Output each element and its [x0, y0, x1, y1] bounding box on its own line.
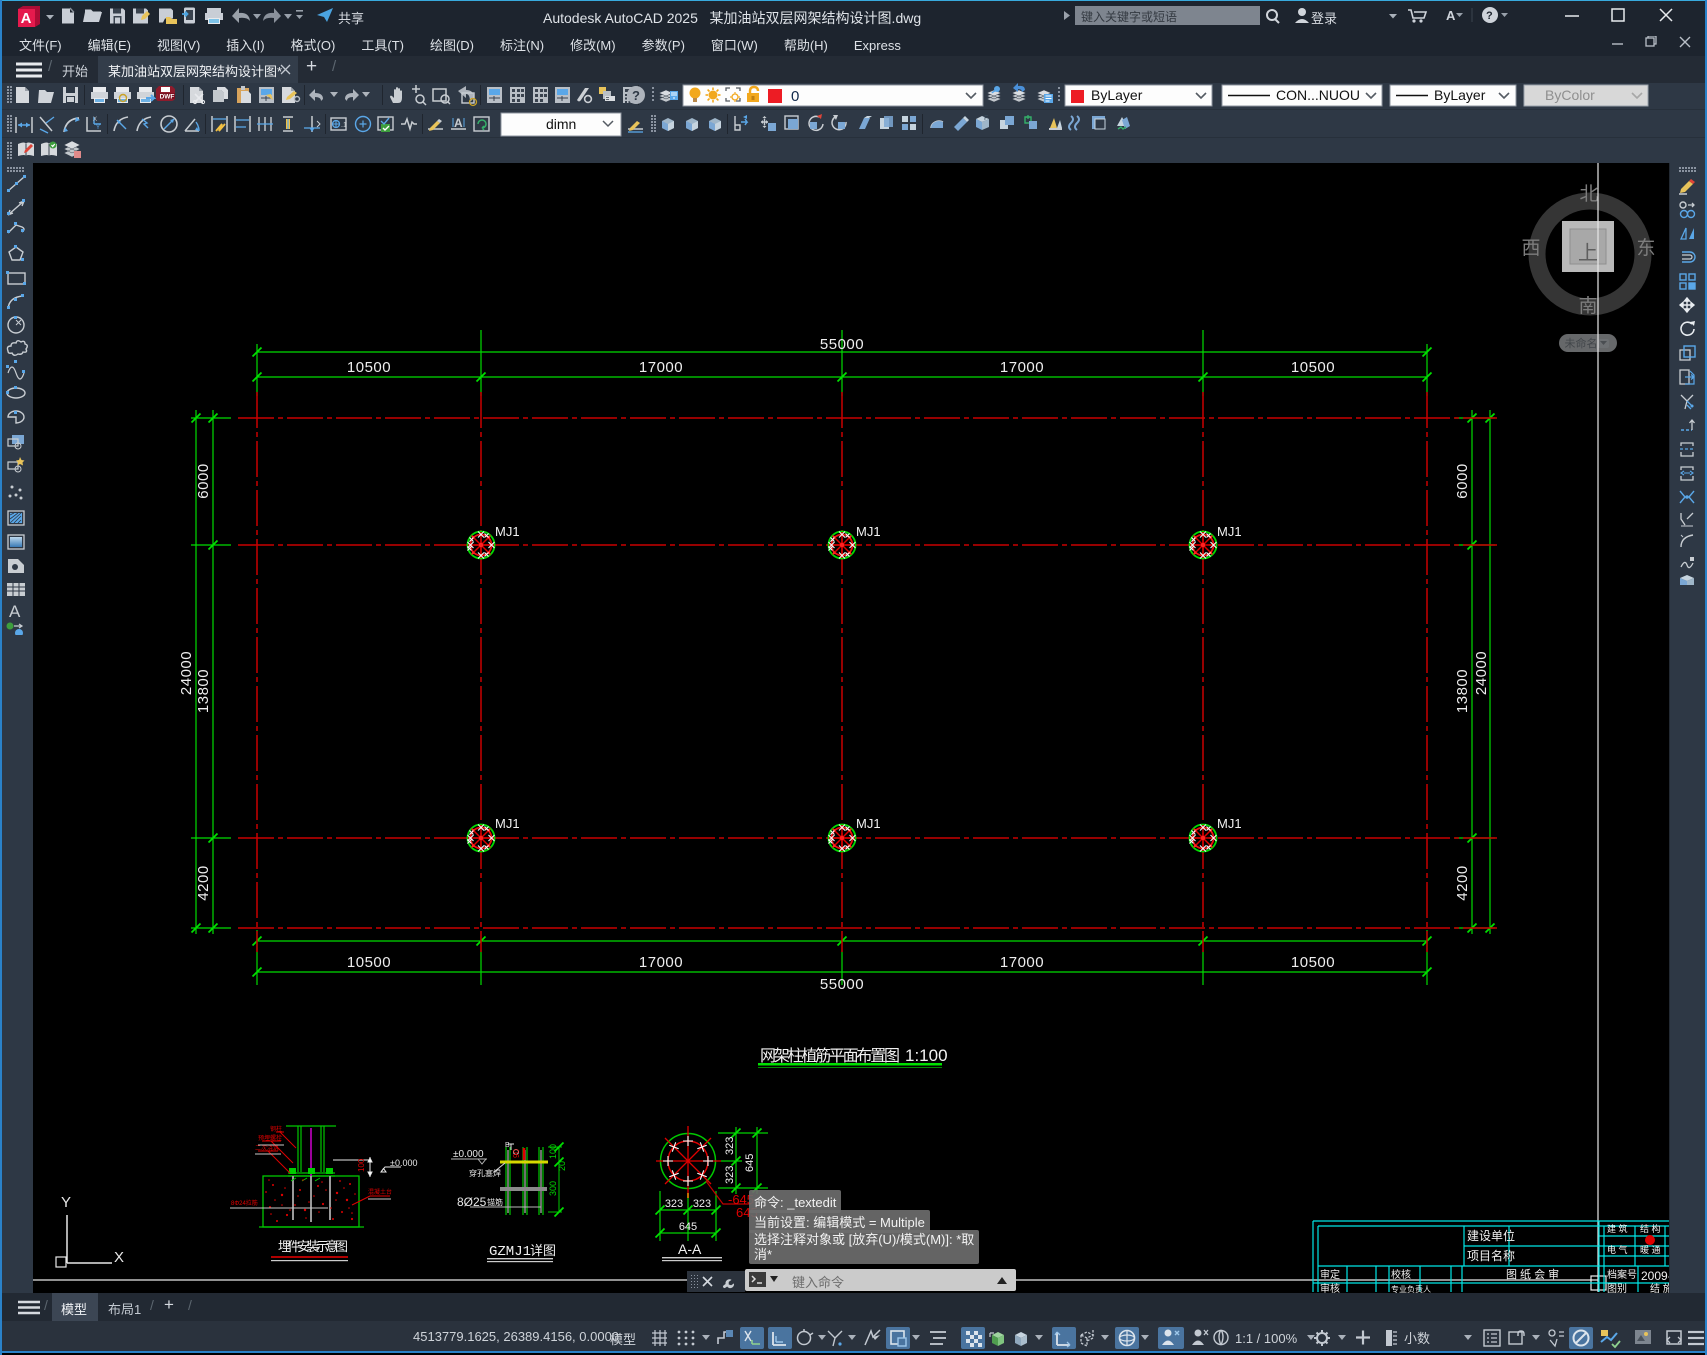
svg-text:323: 323: [724, 1166, 736, 1184]
svg-text:645: 645: [679, 1221, 697, 1233]
svg-text:GZMJ1: GZMJ1: [489, 1244, 531, 1260]
svg-text:A: A: [454, 116, 463, 130]
svg-text:.1: .1: [341, 122, 347, 129]
svg-text:网架柱植筋平面布置图: 网架柱植筋平面布置图: [760, 1047, 900, 1065]
svg-text:6000: 6000: [195, 463, 212, 498]
svg-text:暖 通: 暖 通: [1640, 1244, 1661, 1255]
svg-text:东: 东: [1636, 237, 1655, 259]
svg-text:图 纸 会 审: 图 纸 会 审: [1506, 1267, 1559, 1281]
svg-text:10500: 10500: [347, 954, 391, 971]
svg-text:dimn: dimn: [546, 116, 576, 132]
svg-text:审定: 审定: [1320, 1268, 1340, 1281]
svg-text:100: 100: [548, 1144, 558, 1159]
svg-text:X: X: [93, 117, 97, 123]
svg-text:17000: 17000: [639, 954, 683, 971]
svg-text:55000: 55000: [820, 976, 864, 993]
svg-text:结 构: 结 构: [1640, 1223, 1661, 1234]
svg-text:10500: 10500: [347, 359, 391, 376]
svg-text:B: B: [505, 1142, 510, 1149]
svg-text:CON...NUOU: CON...NUOU: [1276, 87, 1360, 103]
svg-text:南: 南: [1578, 295, 1597, 317]
svg-text:17000: 17000: [639, 359, 683, 376]
svg-text:图别: 图别: [1607, 1283, 1627, 1293]
svg-text:A: A: [21, 10, 32, 27]
svg-text:?: ?: [632, 88, 640, 103]
svg-text:ByLayer: ByLayer: [1091, 87, 1143, 103]
svg-text:?: ?: [1486, 10, 1493, 22]
svg-text:300: 300: [548, 1181, 558, 1196]
svg-text:Y: Y: [61, 1194, 71, 1211]
svg-text:100: 100: [357, 1158, 366, 1172]
svg-text:Y: Y: [96, 125, 100, 131]
svg-text:审核: 审核: [1320, 1282, 1340, 1293]
svg-text:55000: 55000: [820, 336, 864, 353]
svg-text:穿孔塞焊: 穿孔塞焊: [469, 1168, 501, 1178]
svg-text:混凝土台: 混凝土台: [368, 1188, 392, 1196]
svg-text:645: 645: [744, 1154, 756, 1172]
svg-text:DWF: DWF: [160, 94, 175, 101]
svg-text:0: 0: [791, 88, 799, 105]
svg-text:90: 90: [512, 1149, 521, 1158]
svg-text:西: 西: [1521, 238, 1540, 259]
svg-text:未命名: 未命名: [1565, 336, 1598, 350]
svg-text:MJ1: MJ1: [1217, 816, 1242, 831]
svg-text:北: 北: [1579, 183, 1598, 205]
svg-text:13800: 13800: [195, 669, 212, 713]
svg-text:2009-C-: 2009-C-: [1641, 1269, 1669, 1283]
svg-text:±0.000: ±0.000: [390, 1158, 417, 1168]
svg-text:锚筋: 锚筋: [487, 1197, 503, 1207]
svg-text:ByLayer: ByLayer: [1434, 87, 1486, 103]
svg-text:MJ1: MJ1: [495, 816, 520, 831]
svg-text:结 施: 结 施: [1650, 1282, 1669, 1293]
svg-text:MJ1: MJ1: [856, 524, 881, 539]
svg-text:钢柱: 钢柱: [270, 1125, 282, 1133]
svg-text:±0.000: ±0.000: [453, 1149, 484, 1160]
svg-text:323: 323: [693, 1198, 711, 1210]
svg-text:1:1 / 100%: 1:1 / 100%: [1235, 1331, 1298, 1346]
svg-text:建设单位: 建设单位: [1467, 1228, 1515, 1243]
svg-text:详图: 详图: [530, 1243, 556, 1258]
svg-text:A: A: [1446, 8, 1456, 23]
svg-text:建 筑: 建 筑: [1607, 1223, 1628, 1234]
svg-text:预埋螺栓: 预埋螺栓: [258, 1134, 282, 1142]
svg-text:8Φ24拉筋: 8Φ24拉筋: [231, 1199, 258, 1207]
svg-text:小数: 小数: [1404, 1331, 1430, 1346]
svg-text:项目名称: 项目名称: [1467, 1248, 1515, 1263]
svg-text:X: X: [114, 1249, 124, 1266]
svg-text:MJ1: MJ1: [495, 524, 520, 539]
svg-text:24000: 24000: [178, 651, 195, 695]
svg-text:A-A: A-A: [678, 1241, 702, 1257]
svg-text:17000: 17000: [1000, 954, 1044, 971]
svg-text:档案号: 档案号: [1607, 1268, 1637, 1281]
svg-text:A: A: [9, 602, 21, 621]
svg-text:MJ1: MJ1: [856, 816, 881, 831]
svg-text:埋件安装示意图: 埋件安装示意图: [278, 1239, 348, 1254]
svg-text:F: F: [984, 115, 988, 122]
svg-text:上: 上: [1578, 241, 1598, 264]
svg-text:323: 323: [665, 1198, 683, 1210]
svg-text:ByColor: ByColor: [1545, 87, 1595, 103]
svg-text:13800: 13800: [1454, 669, 1471, 713]
svg-text:电 气: 电 气: [1607, 1244, 1628, 1255]
svg-text:6000: 6000: [1454, 463, 1471, 498]
svg-text:10500: 10500: [1291, 954, 1335, 971]
svg-text:4200: 4200: [195, 865, 212, 900]
svg-text:4200: 4200: [1454, 865, 1471, 900]
svg-text:1:100: 1:100: [905, 1046, 948, 1065]
svg-text:323: 323: [724, 1137, 736, 1155]
svg-text:专业负责人: 专业负责人: [1391, 1284, 1431, 1293]
svg-text:24000: 24000: [1473, 651, 1490, 695]
svg-text:20: 20: [557, 1161, 567, 1171]
svg-text:校核: 校核: [1391, 1268, 1411, 1281]
svg-text:10500: 10500: [1291, 359, 1335, 376]
svg-text:17000: 17000: [1000, 359, 1044, 376]
svg-text:MJ1: MJ1: [1217, 524, 1242, 539]
